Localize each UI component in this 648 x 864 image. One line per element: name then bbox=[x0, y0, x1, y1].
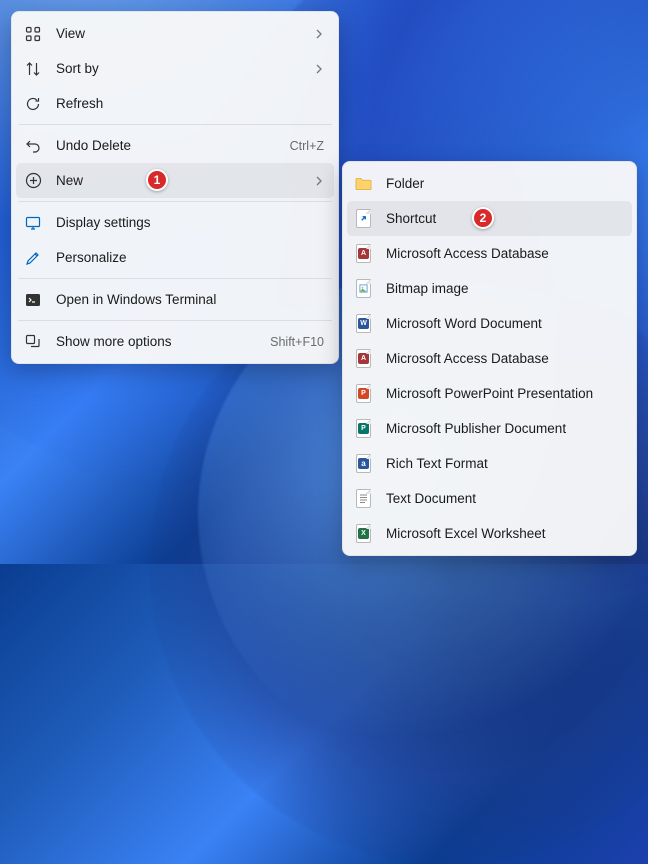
chevron-right-icon bbox=[314, 64, 324, 74]
menu-shortcut: Ctrl+Z bbox=[290, 139, 324, 153]
submenu-item-rtf[interactable]: a Rich Text Format bbox=[347, 446, 632, 481]
menu-label: Display settings bbox=[56, 215, 324, 230]
desktop-context-menu: View Sort by Refresh Undo Dele bbox=[11, 11, 339, 364]
submenu-label: Shortcut bbox=[386, 211, 622, 226]
chevron-right-icon bbox=[314, 176, 324, 186]
submenu-label: Folder bbox=[386, 176, 622, 191]
menu-label: Personalize bbox=[56, 250, 324, 265]
submenu-item-folder[interactable]: Folder bbox=[347, 166, 632, 201]
personalize-icon bbox=[24, 249, 42, 267]
view-icon bbox=[24, 25, 42, 43]
submenu-label: Bitmap image bbox=[386, 281, 622, 296]
submenu-label: Microsoft Excel Worksheet bbox=[386, 526, 622, 541]
menu-item-sort-by[interactable]: Sort by bbox=[16, 51, 334, 86]
annotation-badge-2: 2 bbox=[472, 207, 494, 229]
display-icon bbox=[24, 214, 42, 232]
menu-separator bbox=[18, 278, 332, 279]
plus-circle-icon bbox=[24, 172, 42, 190]
menu-label: Open in Windows Terminal bbox=[56, 292, 324, 307]
menu-item-refresh[interactable]: Refresh bbox=[16, 86, 334, 121]
menu-label: View bbox=[56, 26, 304, 41]
submenu-item-powerpoint[interactable]: P Microsoft PowerPoint Presentation bbox=[347, 376, 632, 411]
menu-label: Show more options bbox=[56, 334, 260, 349]
submenu-label: Microsoft Word Document bbox=[386, 316, 622, 331]
submenu-label: Microsoft Publisher Document bbox=[386, 421, 622, 436]
menu-item-display-settings[interactable]: Display settings bbox=[16, 205, 334, 240]
submenu-item-bitmap[interactable]: Bitmap image bbox=[347, 271, 632, 306]
submenu-item-word-doc[interactable]: W Microsoft Word Document bbox=[347, 306, 632, 341]
submenu-item-access-db-2[interactable]: A Microsoft Access Database bbox=[347, 341, 632, 376]
annotation-badge-1: 1 bbox=[146, 169, 168, 191]
submenu-label: Microsoft Access Database bbox=[386, 246, 622, 261]
undo-icon bbox=[24, 137, 42, 155]
submenu-item-text-doc[interactable]: Text Document bbox=[347, 481, 632, 516]
excel-file-icon: X bbox=[355, 524, 372, 544]
powerpoint-file-icon: P bbox=[355, 384, 372, 404]
submenu-label: Microsoft PowerPoint Presentation bbox=[386, 386, 622, 401]
new-submenu: Folder Shortcut 2 A Microsoft Access Dat… bbox=[342, 161, 637, 556]
menu-label: Refresh bbox=[56, 96, 324, 111]
menu-separator bbox=[18, 124, 332, 125]
terminal-icon bbox=[24, 291, 42, 309]
more-options-icon bbox=[24, 333, 42, 351]
menu-label: Sort by bbox=[56, 61, 304, 76]
menu-label: Undo Delete bbox=[56, 138, 280, 153]
submenu-item-access-db[interactable]: A Microsoft Access Database bbox=[347, 236, 632, 271]
folder-icon bbox=[355, 174, 372, 194]
publisher-file-icon: P bbox=[355, 419, 372, 439]
menu-item-show-more-options[interactable]: Show more options Shift+F10 bbox=[16, 324, 334, 359]
menu-shortcut: Shift+F10 bbox=[270, 335, 324, 349]
menu-item-new[interactable]: New 1 bbox=[16, 163, 334, 198]
submenu-label: Text Document bbox=[386, 491, 622, 506]
menu-separator bbox=[18, 320, 332, 321]
submenu-label: Rich Text Format bbox=[386, 456, 622, 471]
submenu-item-publisher[interactable]: P Microsoft Publisher Document bbox=[347, 411, 632, 446]
menu-separator bbox=[18, 201, 332, 202]
submenu-item-excel[interactable]: X Microsoft Excel Worksheet bbox=[347, 516, 632, 551]
menu-item-view[interactable]: View bbox=[16, 16, 334, 51]
access-file-icon: A bbox=[355, 349, 372, 369]
menu-item-personalize[interactable]: Personalize bbox=[16, 240, 334, 275]
menu-label: New bbox=[56, 173, 304, 188]
shortcut-icon bbox=[355, 209, 372, 229]
submenu-label: Microsoft Access Database bbox=[386, 351, 622, 366]
chevron-right-icon bbox=[314, 29, 324, 39]
rtf-file-icon: a bbox=[355, 454, 372, 474]
text-file-icon bbox=[355, 489, 372, 509]
refresh-icon bbox=[24, 95, 42, 113]
word-file-icon: W bbox=[355, 314, 372, 334]
menu-item-open-terminal[interactable]: Open in Windows Terminal bbox=[16, 282, 334, 317]
submenu-item-shortcut[interactable]: Shortcut 2 bbox=[347, 201, 632, 236]
bitmap-file-icon bbox=[355, 279, 372, 299]
access-file-icon: A bbox=[355, 244, 372, 264]
menu-item-undo-delete[interactable]: Undo Delete Ctrl+Z bbox=[16, 128, 334, 163]
sort-icon bbox=[24, 60, 42, 78]
